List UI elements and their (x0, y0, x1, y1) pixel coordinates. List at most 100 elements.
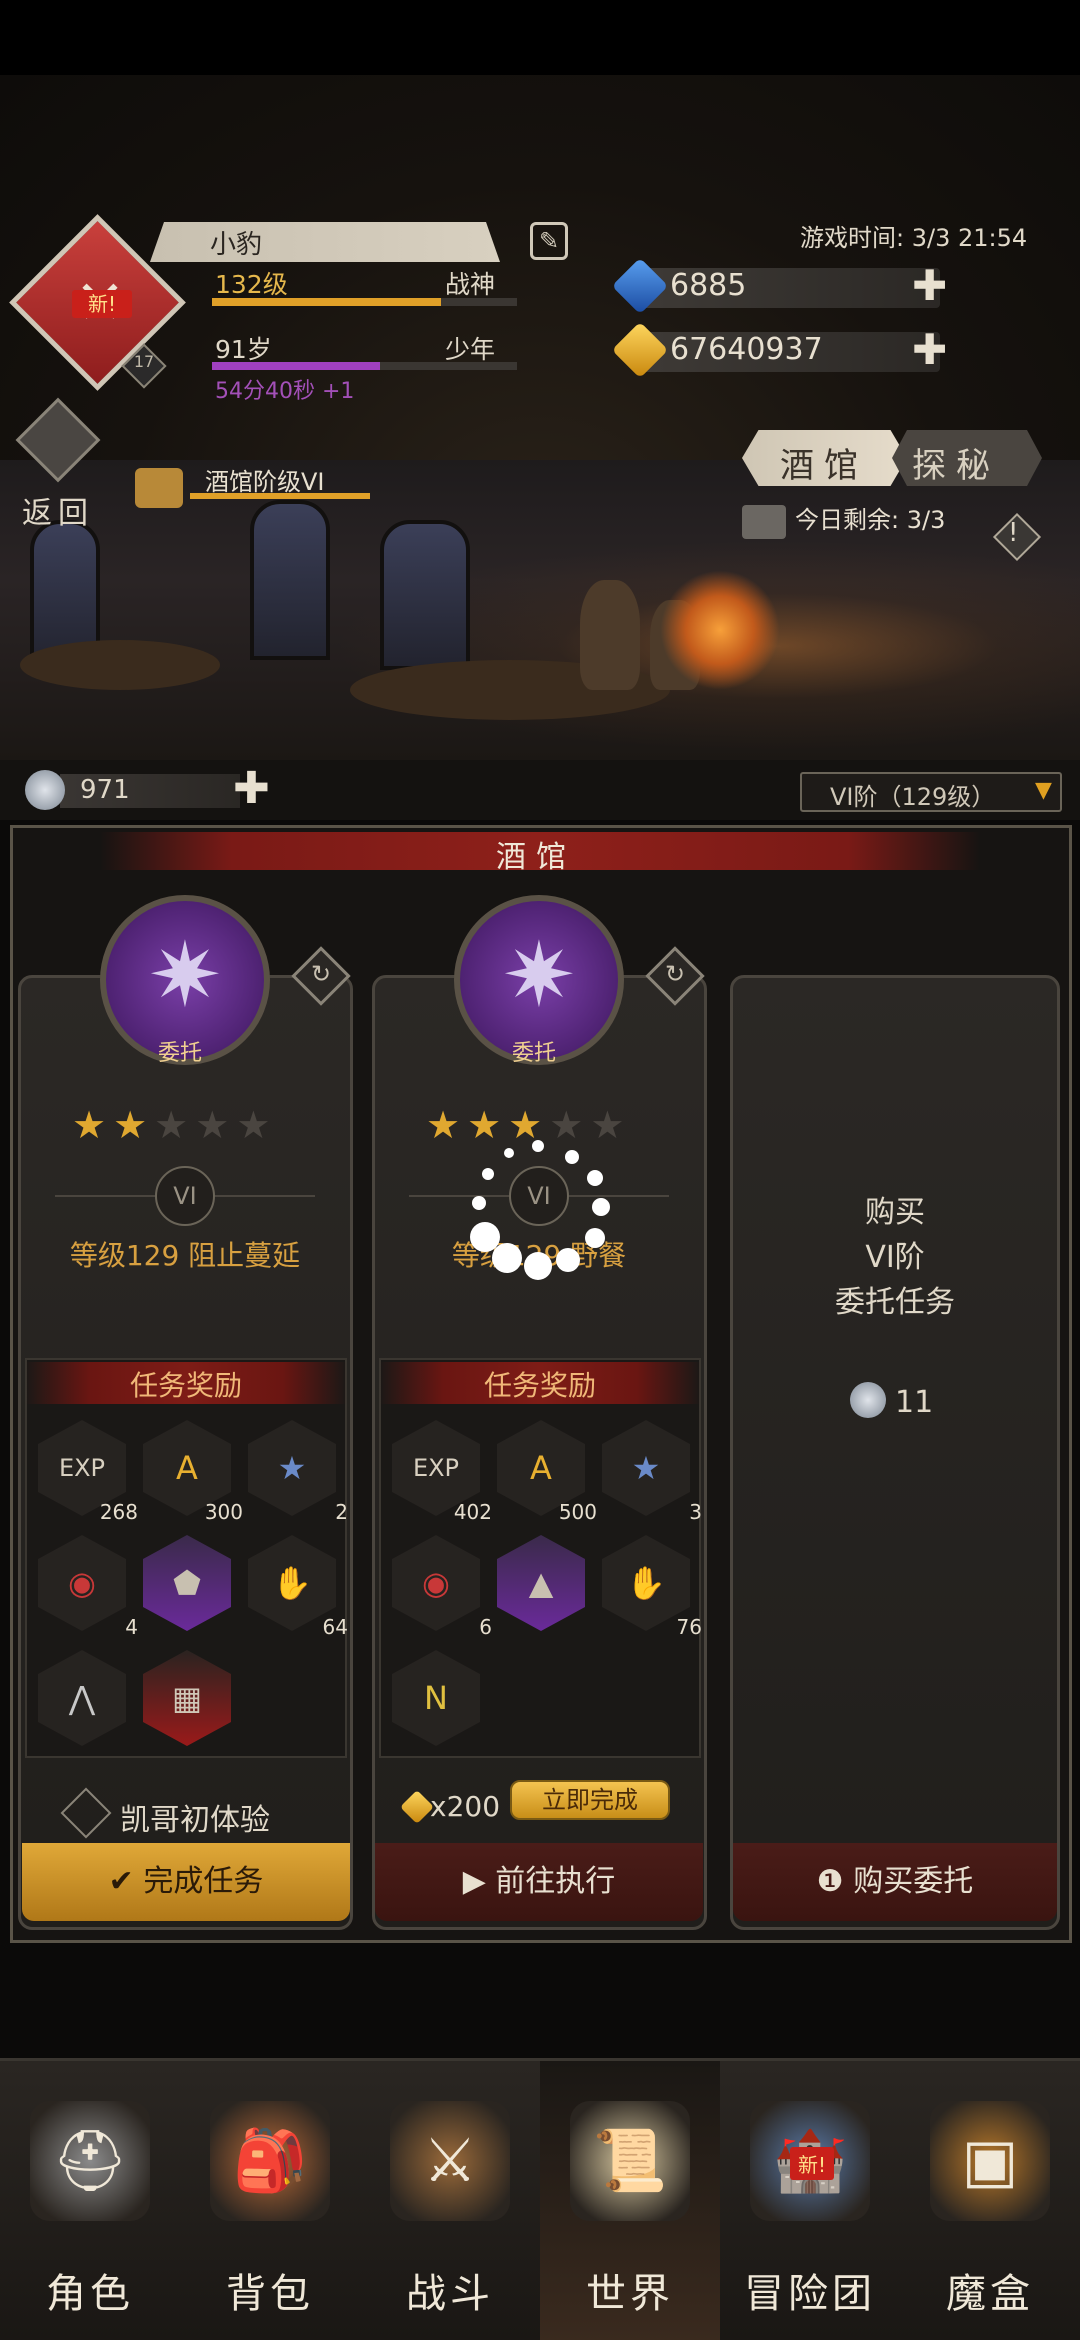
sun-emblem-icon: ✷ (147, 923, 223, 1028)
exclamation-icon: ! (1008, 518, 1019, 548)
player-title: 战神 (445, 270, 496, 299)
buy-commission-button[interactable]: ❶ 购买委托 (733, 1843, 1057, 1921)
name-plate (150, 222, 500, 262)
spinner-dot (482, 1168, 494, 1180)
remaining-count: 今日剩余: 3/3 (795, 506, 946, 534)
spinner-dot (524, 1252, 552, 1280)
add-gold-button[interactable]: ✚ (912, 329, 947, 371)
star-icon: ★ (590, 1103, 625, 1147)
level-progress-fill (212, 298, 441, 306)
star-icon: ★ (113, 1103, 148, 1147)
reward-title: 任务奖励 (129, 1369, 242, 1402)
reward-count: 64 (322, 1615, 348, 1639)
reward-count: 4 (125, 1615, 138, 1639)
nav-label: 魔盒 (946, 2271, 1034, 2317)
nav-item-6[interactable]: ▣ 魔盒 (900, 2061, 1080, 2340)
tier-badge: VI (509, 1166, 569, 1226)
star-icon: ★ (549, 1103, 584, 1147)
nav-item-1[interactable]: ⛑ 角色 (0, 2061, 180, 2340)
tier-select-value: VI阶（129级） (830, 783, 996, 811)
bonus-label: 凯哥初体验 (120, 1803, 270, 1838)
star-icon: ★ (236, 1103, 271, 1147)
avatar-level-text: 17 (133, 352, 155, 371)
nav-label: 角色 (46, 2271, 134, 2317)
add-gems-button[interactable]: ✚ (912, 265, 947, 307)
nav-item-3[interactable]: ⚔ 战斗 (360, 2061, 540, 2340)
star-icon: ★ (426, 1103, 461, 1147)
spinner-dot (587, 1170, 603, 1186)
tavern-rank: 酒馆阶级VI (205, 468, 325, 496)
level-progress-bar (212, 298, 517, 306)
star-rating: ★ ★ ★ ★ ★ (72, 1103, 312, 1147)
spinner-dot (556, 1248, 580, 1272)
tab-explore-label: 探秘 (912, 446, 1000, 486)
star-icon: ★ (195, 1103, 230, 1147)
magic-box-icon: ▣ (930, 2101, 1050, 2221)
reward-count: 76 (676, 1615, 702, 1639)
player-level: 132级 (215, 270, 288, 299)
coin-bag-icon: ❶ (816, 1864, 854, 1899)
reward-count: 3 (689, 1500, 702, 1524)
nav-label: 冒险团 (744, 2271, 876, 2317)
new-badge: 新! (790, 2147, 835, 2180)
bottle-decor (580, 580, 640, 690)
go-execute-button[interactable]: ▶ 前往执行 (375, 1843, 703, 1921)
helmet-icon: ⛑ (30, 2101, 150, 2221)
reward-count: 268 (99, 1500, 138, 1524)
emblem-label: 委托 (158, 1041, 203, 1066)
dropdown-arrow-icon: ▼ (1035, 778, 1052, 803)
instant-cost: x200 (430, 1790, 501, 1823)
instant-complete-button[interactable]: 立即完成 (510, 1780, 670, 1820)
silver-coin-icon (850, 1382, 886, 1418)
silver-coin-icon (25, 770, 65, 810)
spinner-dot (504, 1148, 514, 1158)
nav-item-4[interactable]: 📜 世界 (540, 2061, 720, 2340)
age-progress-bar (212, 362, 517, 370)
add-silver-button[interactable]: ✚ (233, 763, 270, 814)
gold-count: 67640937 (670, 332, 823, 367)
status-bar (0, 0, 1080, 75)
new-badge: 新! (72, 290, 132, 318)
fireplace-decor (660, 570, 780, 690)
nav-label: 战斗 (406, 2271, 494, 2317)
spinner-dot (470, 1222, 500, 1252)
play-icon: ▶ (462, 1864, 496, 1899)
nav-label: 世界 (586, 2271, 674, 2317)
reward-title: 任务奖励 (483, 1369, 596, 1402)
spinner-dot (532, 1140, 544, 1152)
star-icon: ★ (72, 1103, 107, 1147)
game-time: 游戏时间: 3/3 21:54 (800, 224, 1028, 252)
back-button[interactable]: 返回 (22, 488, 94, 532)
sun-emblem-icon: ✷ (501, 923, 577, 1028)
star-rating: ★ ★ ★ ★ ★ (426, 1103, 666, 1147)
silver-count: 971 (80, 775, 130, 805)
age-timer: 54分40秒 +1 (215, 379, 355, 404)
reward-count: 2 (335, 1500, 348, 1524)
anvil-icon (742, 505, 786, 539)
reward-count: 402 (453, 1500, 492, 1524)
spinner-dot (492, 1243, 522, 1273)
complete-quest-button[interactable]: ✔ 完成任务 (22, 1843, 350, 1921)
buy-line-3: 委托任务 (835, 1285, 955, 1320)
edit-icon[interactable]: ✎ (530, 222, 568, 260)
age-progress-fill (212, 362, 380, 370)
go-execute-label: 前往执行 (495, 1864, 616, 1899)
emblem-label: 委托 (512, 1041, 557, 1066)
nav-item-5[interactable]: 🏰新!冒险团 (720, 2061, 900, 2340)
refresh-icon: ↻ (664, 960, 686, 988)
spinner-dot (472, 1196, 486, 1210)
player-age: 91岁 (215, 335, 272, 364)
nav-item-2[interactable]: 🎒 背包 (180, 2061, 360, 2340)
buy-price: 11 (895, 1385, 934, 1420)
nav-label: 背包 (226, 2271, 314, 2317)
window-decor (380, 520, 470, 670)
refresh-icon: ↻ (310, 960, 332, 988)
complete-quest-label: 完成任务 (143, 1864, 264, 1899)
star-icon: ★ (467, 1103, 502, 1147)
quest-name: 等级129 阻止蔓延 (69, 1239, 301, 1272)
window-decor (250, 500, 330, 660)
panel-title: 酒馆 (496, 840, 576, 875)
tavern-rank-fill (190, 493, 370, 499)
tier-badge: VI (155, 1166, 215, 1226)
reward-count: 300 (204, 1500, 243, 1524)
